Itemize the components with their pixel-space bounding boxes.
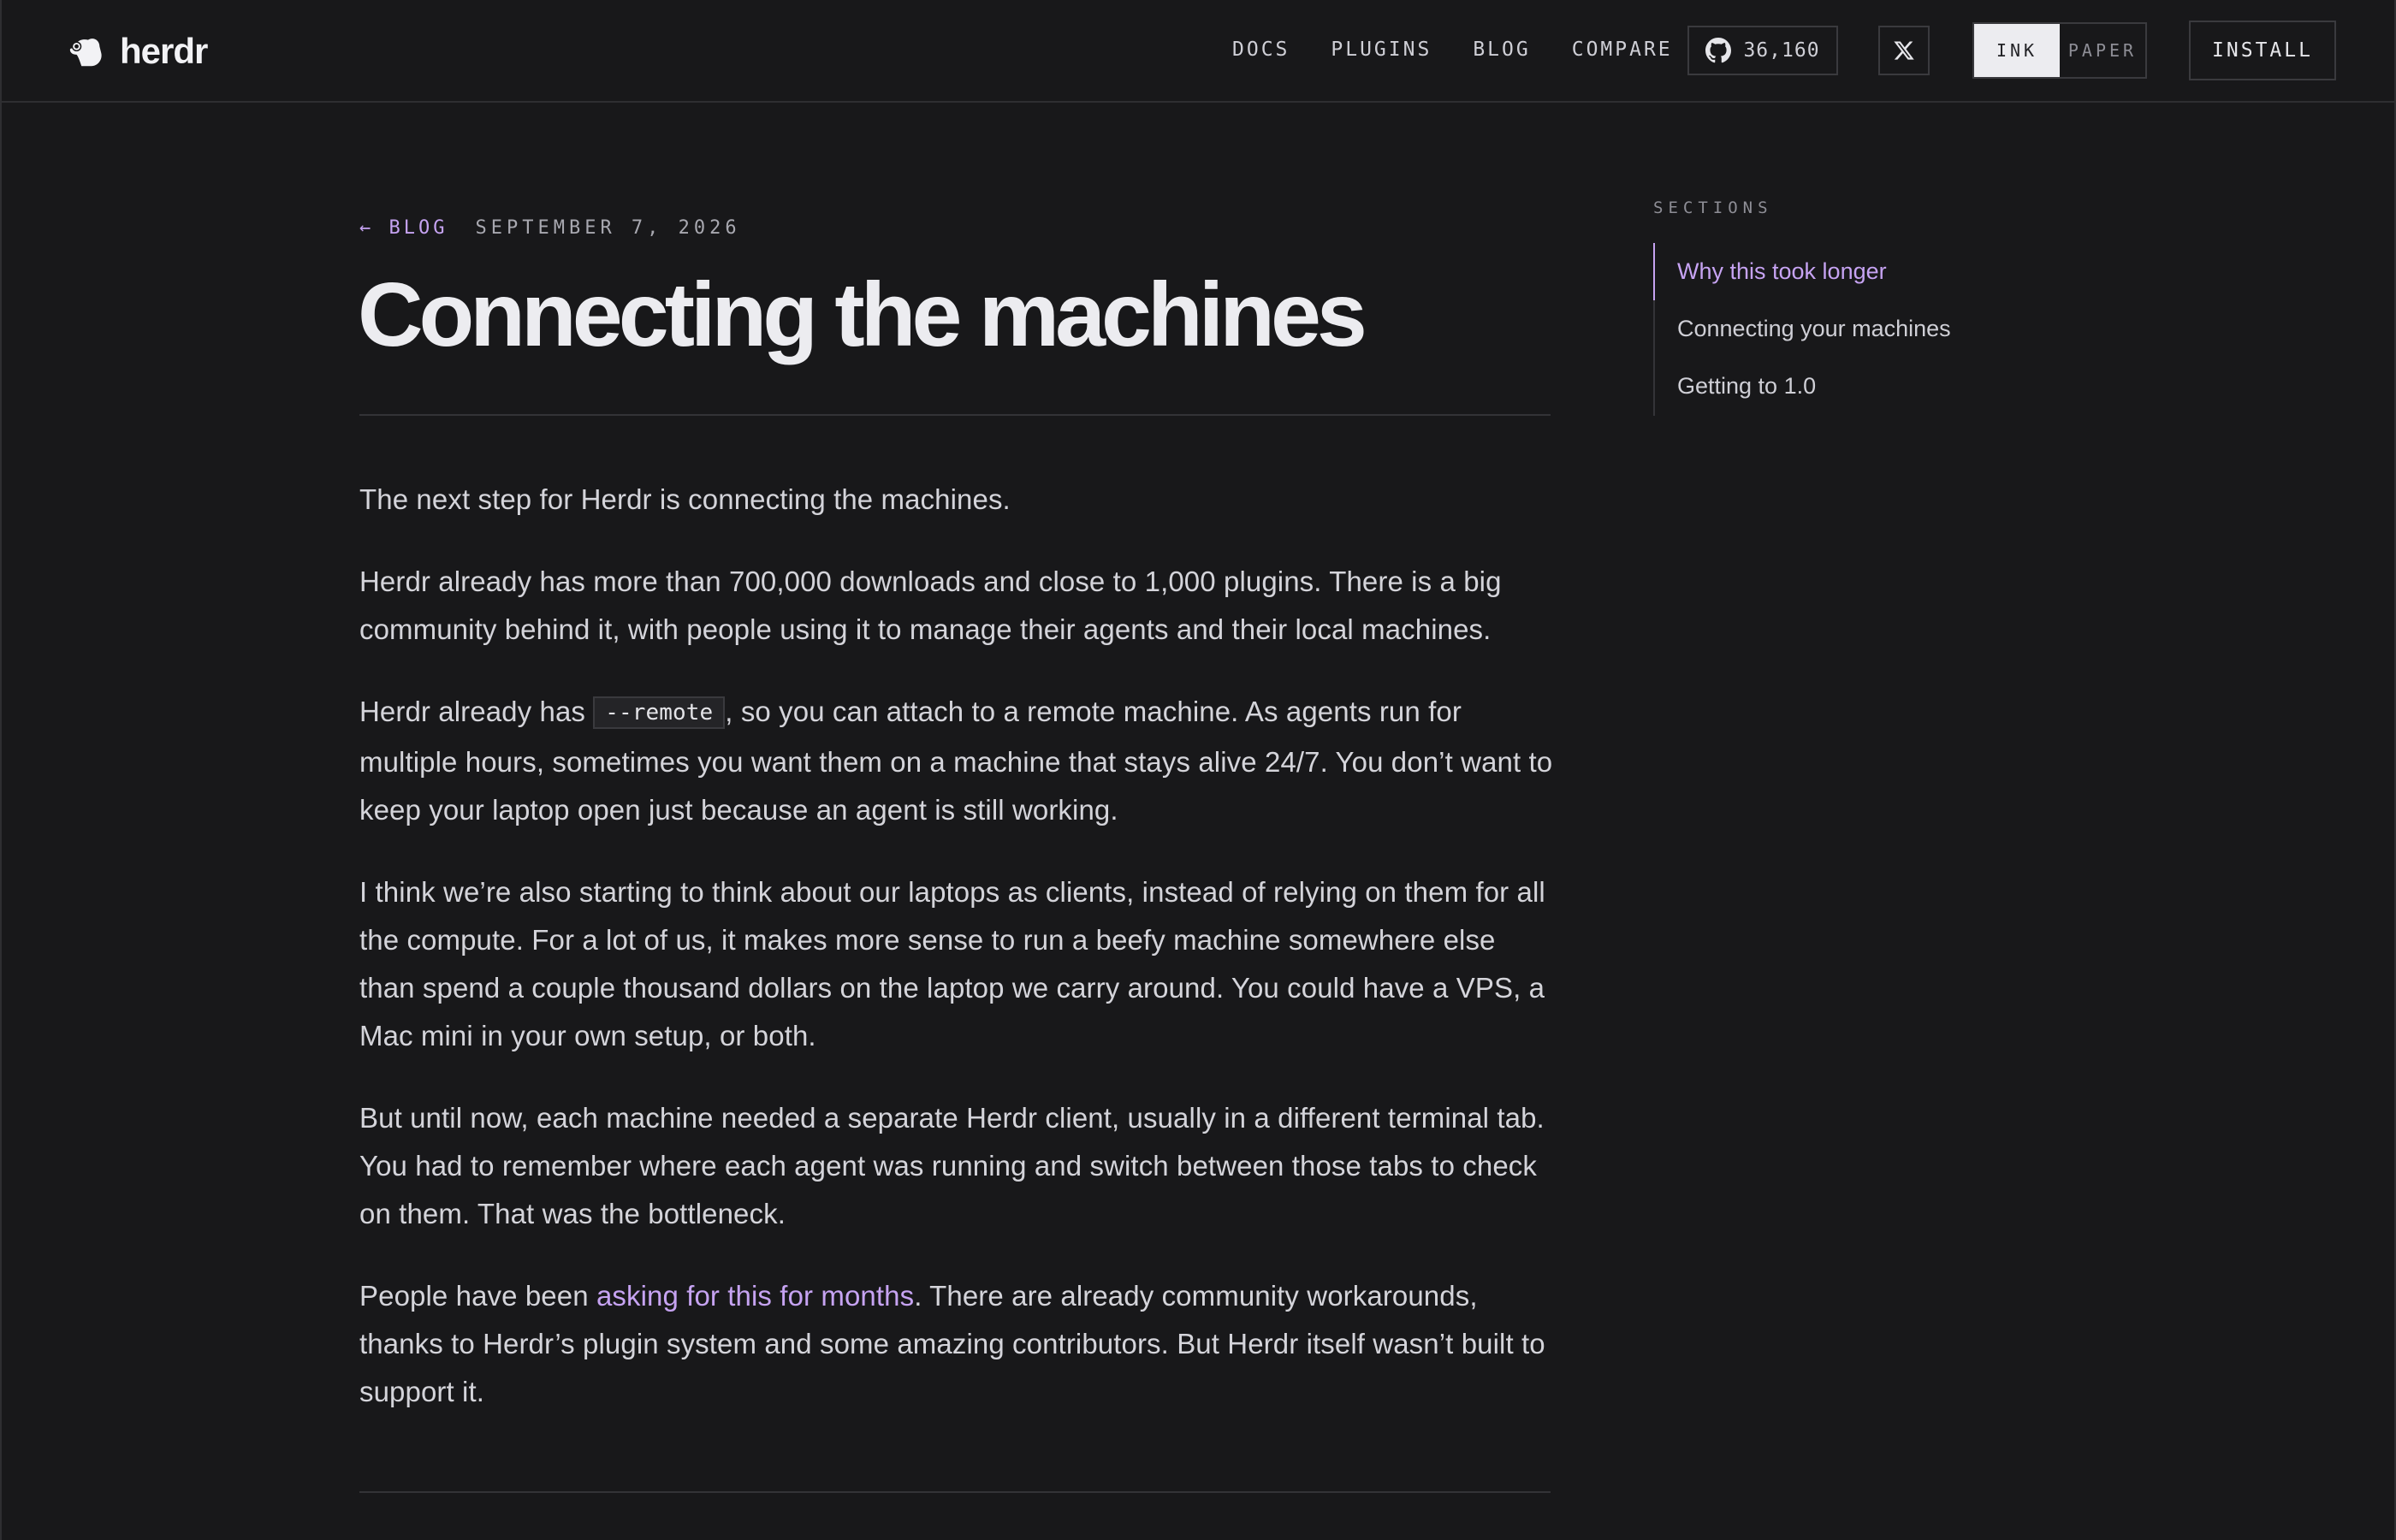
toc-item-getting-to-1-0[interactable]: Getting to 1.0 (1655, 358, 2047, 415)
logo-text: herdr (120, 31, 208, 71)
toc-item-connecting-your-machines[interactable]: Connecting your machines (1655, 300, 2047, 358)
theme-ink-option[interactable]: INK (1974, 24, 2060, 77)
asking-for-this-link[interactable]: asking for this for months (596, 1280, 914, 1312)
paragraph: I think we’re also starting to think abo… (359, 876, 1545, 1051)
paragraph: The next step for Herdr is connecting th… (359, 483, 1011, 515)
nav-compare[interactable]: COMPARE (1572, 36, 1673, 63)
theme-toggle: INK PAPER (1972, 22, 2147, 79)
article-body: The next step for Herdr is connecting th… (359, 476, 1557, 1450)
paragraph-text: Herdr already has (359, 696, 594, 727)
nav-blog[interactable]: BLOG (1473, 36, 1530, 63)
toc-item-why-this-took-longer[interactable]: Why this took longer (1653, 243, 2047, 300)
nav-plugins[interactable]: PLUGINS (1331, 36, 1432, 63)
paragraph: Herdr already has --remote, so you can a… (359, 688, 1557, 834)
nav-docs[interactable]: DOCS (1232, 36, 1290, 63)
paragraph: Herdr already has more than 700,000 down… (359, 566, 1502, 645)
inline-code-remote: --remote (593, 696, 726, 729)
github-star-count: 36,160 (1743, 39, 1820, 62)
top-navigation-bar: herdr DOCS PLUGINS BLOG COMPARE 36,160 I… (0, 0, 2396, 103)
install-button[interactable]: INSTALL (2189, 21, 2336, 80)
title-divider (359, 414, 1551, 416)
x-icon (1894, 41, 1914, 60)
article-title: Connecting the machines (358, 264, 1367, 365)
table-of-contents: Why this took longer Connecting your mac… (1653, 243, 2047, 416)
section-divider (359, 1491, 1551, 1493)
paragraph: People have been asking for this for mon… (359, 1272, 1557, 1416)
x-social-button[interactable] (1878, 26, 1930, 75)
logo[interactable]: herdr (67, 31, 208, 72)
github-stars-button[interactable]: 36,160 (1687, 26, 1838, 75)
paragraph: But until now, each machine needed a sep… (359, 1102, 1545, 1229)
back-to-blog-link[interactable]: ← BLOG (359, 217, 448, 239)
article-date: SEPTEMBER 7, 2026 (475, 217, 741, 239)
paragraph-text: People have been (359, 1280, 596, 1312)
article-meta: ← BLOG SEPTEMBER 7, 2026 (359, 217, 741, 239)
herdr-logo-icon (69, 38, 102, 67)
main-nav: DOCS PLUGINS BLOG COMPARE (1232, 36, 1714, 63)
toc-heading: SECTIONS (1653, 198, 1773, 217)
github-icon (1705, 38, 1732, 63)
theme-paper-option[interactable]: PAPER (2060, 24, 2145, 77)
